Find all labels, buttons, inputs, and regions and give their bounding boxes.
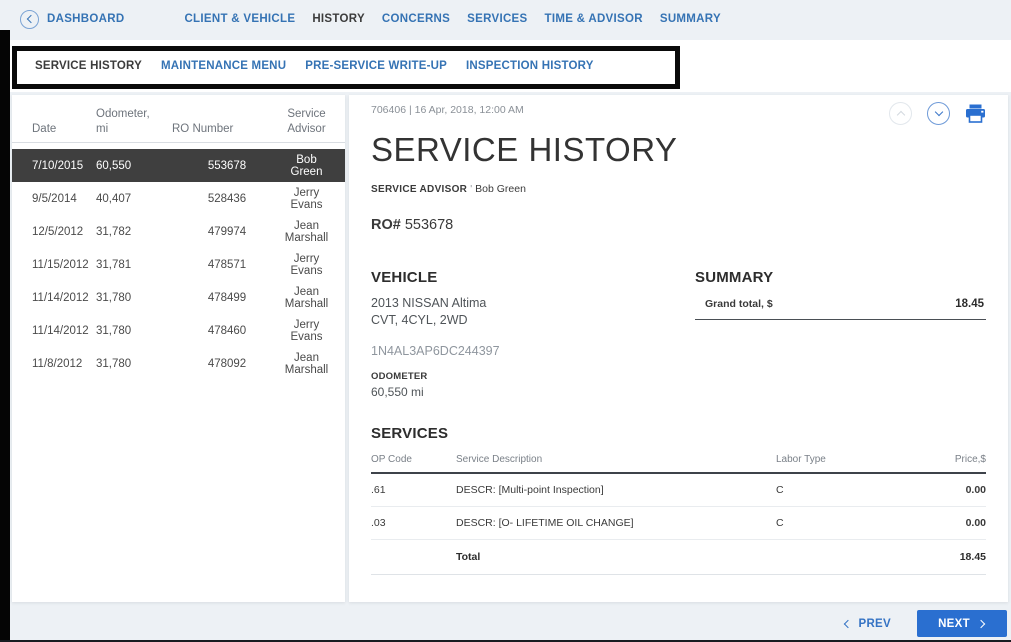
history-row[interactable]: 11/15/2012 31,781 478571 Jerry Evans <box>12 248 345 281</box>
col-header-price: Price,$ <box>901 454 986 465</box>
back-to-dashboard-button[interactable]: DASHBOARD <box>20 10 124 29</box>
left-frame-bar <box>0 30 10 642</box>
col-header-ro-number: RO Number <box>172 122 282 136</box>
ro-number-line: RO# 553678 <box>371 217 986 233</box>
history-list-panel: Date Odometer,mi RO Number ServiceAdviso… <box>12 95 345 602</box>
chevron-up-icon <box>896 111 904 119</box>
back-arrow-icon <box>20 10 39 29</box>
col-header-service-description: Service Description <box>456 454 776 465</box>
col-header-labor-type: Labor Type <box>776 454 901 465</box>
app-window: DASHBOARD CLIENT & VEHICLE HISTORY CONCE… <box>0 0 1011 642</box>
tab-summary[interactable]: SUMMARY <box>660 13 721 25</box>
printer-icon <box>965 104 986 123</box>
grand-total-label: Grand total, $ <box>705 298 773 310</box>
service-row: .03 DESCR: [O- LIFETIME OIL CHANGE] C 0.… <box>371 507 986 540</box>
tab-client-vehicle[interactable]: CLIENT & VEHICLE <box>184 13 295 25</box>
grand-total-row: Grand total, $ 18.45 <box>695 298 986 320</box>
history-rows: 7/10/2015 60,550 553678 Bob Green 9/5/20… <box>12 149 345 380</box>
services-heading: SERVICES <box>371 425 986 442</box>
print-button[interactable] <box>965 104 986 123</box>
grand-total-value: 18.45 <box>955 298 984 310</box>
footer-pagination: PREV NEXT <box>843 610 1007 637</box>
col-header-op-code: OP Code <box>371 454 456 465</box>
history-row[interactable]: 11/14/2012 31,780 478460 Jerry Evans <box>12 314 345 347</box>
chevron-left-icon <box>844 619 852 627</box>
back-label: DASHBOARD <box>47 13 124 25</box>
history-table-header: Date Odometer,mi RO Number ServiceAdviso… <box>12 95 345 143</box>
subtab-maintenance-menu[interactable]: MAINTENANCE MENU <box>161 60 286 72</box>
vehicle-vin: 1N4AL3AP6DC244397 <box>371 344 695 358</box>
services-total-row: Total 18.45 <box>371 540 986 575</box>
summary-heading: SUMMARY <box>695 269 986 286</box>
service-history-detail-panel: 706406 | 16 Apr, 2018, 12:00 AM SERVICE … <box>349 95 1008 602</box>
service-row: .61 DESCR: [Multi-point Inspection] C 0.… <box>371 474 986 507</box>
subtab-inspection-history[interactable]: INSPECTION HISTORY <box>466 60 594 72</box>
chevron-right-icon <box>977 619 985 627</box>
prev-button[interactable]: PREV <box>843 618 891 630</box>
services-table-header: OP Code Service Description Labor Type P… <box>371 454 986 474</box>
subtab-service-history[interactable]: SERVICE HISTORY <box>35 60 142 72</box>
col-header-odometer: Odometer, <box>96 108 150 120</box>
odometer-value: 60,550 mi <box>371 385 695 399</box>
odometer-label: ODOMETER <box>371 371 695 382</box>
vehicle-section: VEHICLE 2013 NISSAN Altima CVT, 4CYL, 2W… <box>371 269 695 399</box>
vehicle-trim: CVT, 4CYL, 2WD <box>371 312 695 329</box>
services-section: SERVICES OP Code Service Description Lab… <box>371 425 986 575</box>
tab-history[interactable]: HISTORY <box>312 13 365 25</box>
subtab-pre-service-write-up[interactable]: PRE-SERVICE WRITE-UP <box>305 60 447 72</box>
vehicle-heading: VEHICLE <box>371 269 695 286</box>
col-header-service-advisor: Service <box>287 108 325 120</box>
chevron-down-icon <box>934 108 942 116</box>
col-header-date: Date <box>32 122 96 136</box>
service-advisor-line: SERVICE ADVISOR'Bob Green <box>371 183 986 195</box>
history-row[interactable]: 12/5/2012 31,782 479974 Jean Marshall <box>12 215 345 248</box>
summary-section: SUMMARY Grand total, $ 18.45 <box>695 269 986 399</box>
total-value: 18.45 <box>901 551 986 563</box>
expand-down-button[interactable] <box>927 102 950 125</box>
history-row[interactable]: 7/10/2015 60,550 553678 Bob Green <box>12 149 345 182</box>
history-row[interactable]: 11/8/2012 31,780 478092 Jean Marshall <box>12 347 345 380</box>
top-navigation: DASHBOARD CLIENT & VEHICLE HISTORY CONCE… <box>0 0 1011 38</box>
history-row[interactable]: 11/14/2012 31,780 478499 Jean Marshall <box>12 281 345 314</box>
collapse-up-button[interactable] <box>889 102 912 125</box>
vehicle-model: 2013 NISSAN Altima <box>371 295 695 312</box>
total-label: Total <box>456 551 776 563</box>
record-meta: 706406 | 16 Apr, 2018, 12:00 AM <box>371 102 524 116</box>
detail-actions <box>889 102 986 125</box>
history-row[interactable]: 9/5/2014 40,407 528436 Jerry Evans <box>12 182 345 215</box>
top-nav-tabs: CLIENT & VEHICLE HISTORY CONCERNS SERVIC… <box>184 13 720 25</box>
services-table: OP Code Service Description Labor Type P… <box>371 454 986 575</box>
next-button[interactable]: NEXT <box>917 610 1007 637</box>
page-title: SERVICE HISTORY <box>371 131 986 169</box>
tab-services[interactable]: SERVICES <box>467 13 527 25</box>
tab-concerns[interactable]: CONCERNS <box>382 13 450 25</box>
sub-nav-tabs: SERVICE HISTORY MAINTENANCE MENU PRE-SER… <box>35 60 594 72</box>
tab-time-advisor[interactable]: TIME & ADVISOR <box>545 13 643 25</box>
